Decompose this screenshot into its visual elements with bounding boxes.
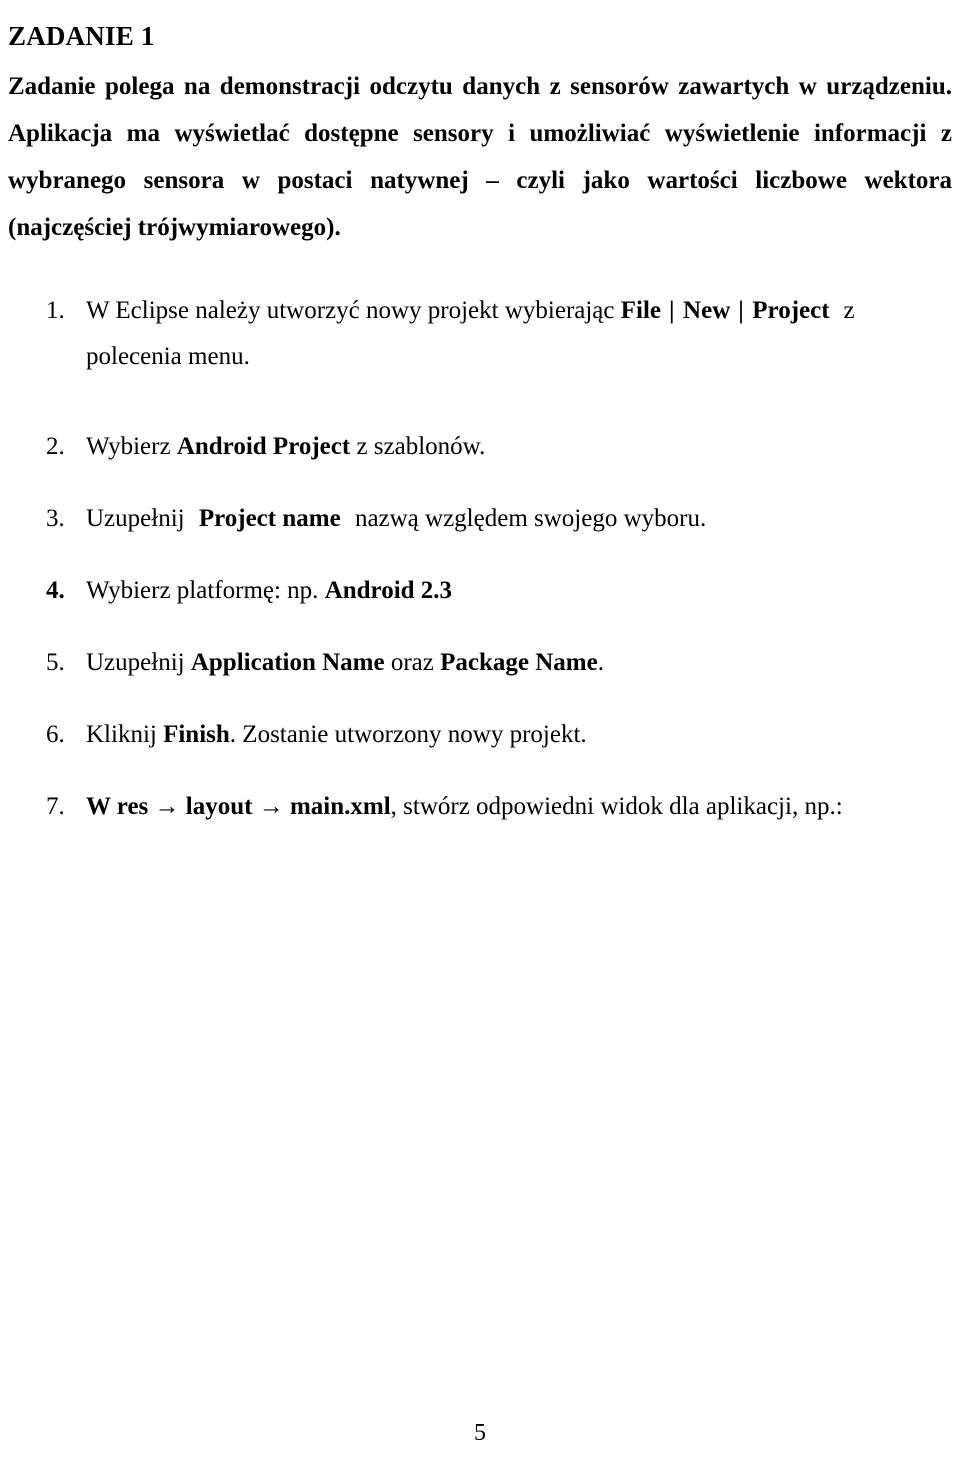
- step3-text-before: Uzupełnij: [86, 505, 191, 532]
- document-page: ZADANIE 1 Zadanie polega na demonstracji…: [0, 0, 960, 1474]
- page-title: ZADANIE 1: [8, 21, 155, 52]
- intro-paragraph: Zadanie polega na demonstracji odczytu d…: [8, 73, 952, 241]
- step4-text-before: Wybierz platformę: np.: [86, 577, 325, 604]
- step1-bold-project: Project: [752, 297, 830, 324]
- list-item-body: Uzupełnij Application Name oraz Package …: [86, 640, 960, 686]
- step1-text-after: z: [843, 297, 855, 324]
- list-item-number: 7.: [46, 793, 65, 820]
- step1-bold-new: New: [683, 297, 731, 324]
- list-item-number: 6.: [46, 721, 65, 748]
- list-item-number: 3.: [46, 505, 65, 532]
- step7-text-after: , stwórz odpowiedni widok dla aplikacji,…: [390, 793, 843, 820]
- page-number: 5: [474, 1420, 486, 1446]
- step1-separator-2: |: [738, 297, 745, 324]
- list-item: 2. Wybierz Android Project z szablonów.: [0, 424, 960, 470]
- step1-separator-1: |: [669, 297, 676, 324]
- list-item: 3. Uzupełnij Project name nazwą względem…: [0, 496, 960, 542]
- step5-bold-application-name: Application Name: [190, 649, 385, 676]
- step6-text-before: Kliknij: [86, 721, 164, 748]
- list-item-body: Wybierz Android Project z szablonów.: [86, 424, 960, 470]
- list-item-number: 4.: [46, 577, 65, 604]
- step5-text-after: .: [597, 649, 604, 676]
- step5-text-middle: oraz: [384, 649, 441, 676]
- list-item-number: 5.: [46, 649, 65, 676]
- list-item-body: W Eclipse należy utworzyć nowy projekt w…: [86, 288, 946, 380]
- list-item-body: W res → layout → main.xml, stwórz odpowi…: [86, 784, 960, 830]
- step3-bold-project-name: Project name: [198, 505, 341, 532]
- list-item-number: 2.: [46, 433, 65, 460]
- list-item: 7. W res → layout → main.xml, stwórz odp…: [0, 784, 960, 830]
- step1-bold-file: File: [620, 297, 662, 324]
- step2-bold-android-project: Android Project: [176, 433, 351, 460]
- step3-text-after: nazwą względem swojego wyboru.: [348, 505, 707, 532]
- list-item: 5. Uzupełnij Application Name oraz Packa…: [0, 640, 960, 686]
- list-item: 1. W Eclipse należy utworzyć nowy projek…: [0, 288, 960, 380]
- list-item-number: 1.: [46, 297, 65, 324]
- step4-bold-android-version: Android 2.3: [324, 577, 453, 604]
- steps-list: 1. W Eclipse należy utworzyć nowy projek…: [0, 288, 960, 830]
- step5-bold-package-name: Package Name: [440, 649, 598, 676]
- list-item-body: Uzupełnij Project name nazwą względem sw…: [86, 496, 960, 542]
- step2-text-after: z szablonów.: [350, 433, 486, 460]
- list-item: 4. Wybierz platformę: np. Android 2.3: [0, 568, 960, 614]
- list-item: 6. Kliknij Finish. Zostanie utworzony no…: [0, 712, 960, 758]
- step1-line-2: polecenia menu.: [86, 343, 250, 370]
- step6-text-after: . Zostanie utworzony nowy projekt.: [229, 721, 587, 748]
- step1-text-before: W Eclipse należy utworzyć nowy projekt w…: [86, 297, 621, 324]
- list-item-body: Wybierz platformę: np. Android 2.3: [86, 568, 960, 614]
- step6-bold-finish: Finish: [163, 721, 230, 748]
- step2-text-before: Wybierz: [86, 433, 177, 460]
- step7-bold-path: W res → layout → main.xml: [86, 793, 391, 820]
- list-item-body: Kliknij Finish. Zostanie utworzony nowy …: [86, 712, 960, 758]
- step5-text-before: Uzupełnij: [86, 649, 191, 676]
